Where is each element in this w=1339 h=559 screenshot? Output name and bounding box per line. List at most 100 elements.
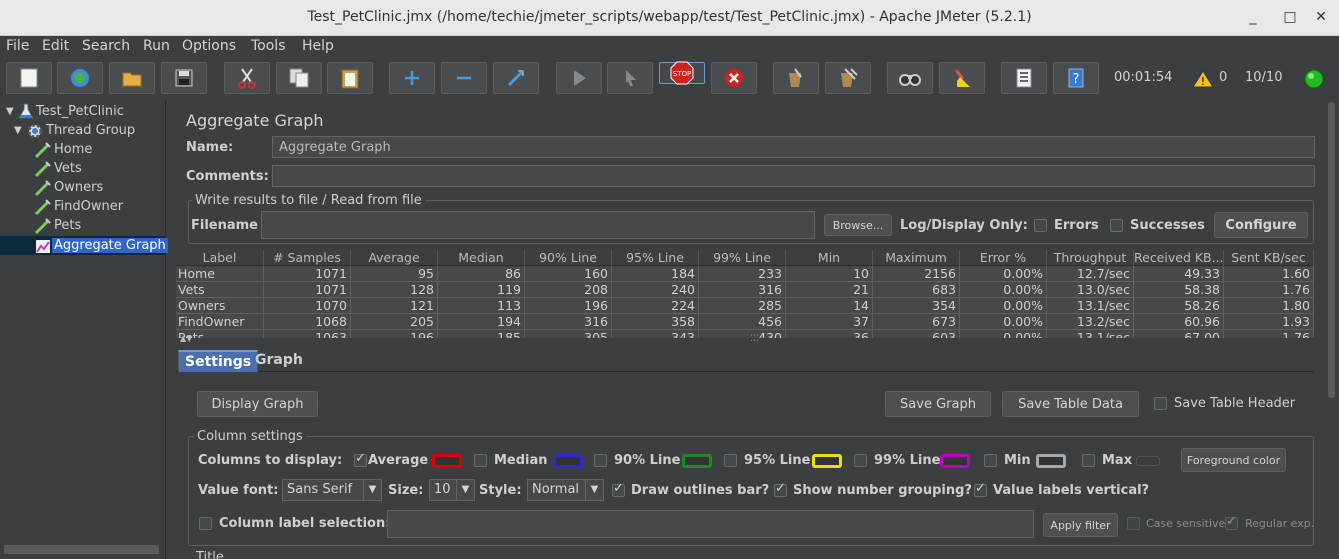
- column-color-swatch[interactable]: [1136, 456, 1160, 466]
- splitter-arrows-icon[interactable]: ▲▼: [180, 334, 192, 343]
- col-header[interactable]: 90% Line: [525, 250, 612, 266]
- save-table-header-checkbox[interactable]: [1154, 397, 1167, 410]
- close-icon[interactable]: ✕: [1312, 9, 1330, 27]
- apply-filter-button[interactable]: Apply filter: [1043, 513, 1118, 537]
- col-header[interactable]: Average: [351, 250, 438, 266]
- aggregate-table[interactable]: Label # Samples Average Median 90% Line …: [176, 250, 1314, 338]
- col-header[interactable]: Sent KB/sec: [1224, 250, 1314, 266]
- column-checkbox[interactable]: [984, 454, 997, 467]
- successes-checkbox[interactable]: [1110, 219, 1123, 232]
- menu-run[interactable]: Run: [143, 38, 170, 54]
- table-row[interactable]: Pets 1063 196 185 305 343 430 36 603 0.00% 13.1/se…: [176, 330, 1314, 338]
- clear-all-button[interactable]: [825, 62, 871, 94]
- clear-button[interactable]: [773, 62, 819, 94]
- menu-options[interactable]: Options: [182, 38, 236, 54]
- table-row[interactable]: Home 1071 95 86 160 184 233 10 2156 0.00% 12.7/sec…: [176, 266, 1314, 282]
- browse-button[interactable]: Browse...: [824, 214, 892, 236]
- tree-node-pets[interactable]: Pets: [34, 216, 83, 235]
- scrollbar-thumb[interactable]: [1328, 102, 1335, 398]
- column-checkbox[interactable]: [594, 454, 607, 467]
- foreground-color-button[interactable]: Foreground color: [1181, 448, 1286, 472]
- name-field[interactable]: Aggregate Graph: [272, 136, 1315, 158]
- column-checkbox[interactable]: [854, 454, 867, 467]
- tab-graph[interactable]: Graph: [249, 350, 309, 372]
- value-vertical-checkbox[interactable]: [974, 481, 987, 497]
- splitter-grip-icon[interactable]: ⁚⁚⁚: [750, 334, 759, 344]
- column-color-swatch[interactable]: [940, 454, 970, 468]
- col-header[interactable]: Maximum: [873, 250, 960, 266]
- start-no-pause-button[interactable]: [607, 62, 653, 94]
- minimize-icon[interactable]: _: [1244, 9, 1262, 27]
- column-checkbox[interactable]: [1082, 454, 1095, 467]
- maximize-icon[interactable]: □: [1281, 9, 1299, 27]
- search-button[interactable]: [887, 62, 933, 94]
- col-header[interactable]: 95% Line: [612, 250, 699, 266]
- expand-button[interactable]: [389, 62, 435, 94]
- show-grouping-checkbox[interactable]: [774, 481, 787, 497]
- paste-button[interactable]: [327, 62, 373, 94]
- col-header[interactable]: Received KB...: [1134, 250, 1224, 266]
- col-header[interactable]: Label: [176, 250, 264, 266]
- menu-help[interactable]: Help: [302, 38, 334, 54]
- regular-exp-checkbox[interactable]: [1225, 514, 1238, 530]
- start-button[interactable]: [556, 62, 602, 94]
- save-table-data-button[interactable]: Save Table Data: [1002, 391, 1139, 417]
- copy-button[interactable]: [276, 62, 322, 94]
- splitter-bar[interactable]: ▲▼ ⁚⁚⁚: [176, 334, 1314, 346]
- col-header[interactable]: Throughput: [1047, 250, 1134, 266]
- tree-node-findowner[interactable]: FindOwner: [34, 197, 125, 216]
- column-color-swatch[interactable]: [812, 454, 842, 468]
- menu-edit[interactable]: Edit: [42, 38, 69, 54]
- value-font-select[interactable]: Sans Serif ▼: [282, 479, 382, 501]
- help-button[interactable]: ?: [1053, 62, 1099, 94]
- collapse-button[interactable]: [441, 62, 487, 94]
- table-row[interactable]: Owners 1070 121 113 196 224 285 14 354 0.00% 13.1/…: [176, 298, 1314, 314]
- col-header[interactable]: 99% Line: [699, 250, 786, 266]
- col-header[interactable]: Error %: [960, 250, 1047, 266]
- case-sensitive-checkbox[interactable]: [1127, 517, 1140, 530]
- column-checkbox[interactable]: [474, 454, 487, 467]
- col-header[interactable]: Min: [786, 250, 873, 266]
- menu-search[interactable]: Search: [82, 38, 130, 54]
- table-row[interactable]: Vets 1071 128 119 208 240 316 21 683 0.00% 13.0/se…: [176, 282, 1314, 298]
- templates-button[interactable]: [57, 62, 103, 94]
- main-vertical-scrollbar[interactable]: [1327, 100, 1337, 559]
- style-select[interactable]: Normal ▼: [527, 479, 604, 501]
- draw-outlines-checkbox[interactable]: [612, 481, 625, 497]
- warning-icon[interactable]: !: [1192, 70, 1214, 88]
- stop-button[interactable]: STOP: [659, 61, 705, 85]
- tree-node-vets[interactable]: Vets: [34, 159, 84, 178]
- tree-node-home[interactable]: Home: [34, 140, 94, 159]
- reset-search-button[interactable]: [939, 62, 985, 94]
- tree-node-thread-group[interactable]: ▼ Thread Group: [14, 121, 137, 140]
- column-checkbox[interactable]: [354, 451, 367, 467]
- menu-file[interactable]: File: [6, 38, 29, 54]
- save-button[interactable]: [161, 62, 207, 94]
- toggle-button[interactable]: [493, 62, 539, 94]
- tree-node-aggregate-graph[interactable]: Aggregate Graph: [34, 236, 168, 255]
- collapse-arrow-icon[interactable]: ▼: [14, 125, 26, 136]
- column-color-swatch[interactable]: [432, 454, 462, 468]
- column-label-selection-checkbox[interactable]: [199, 517, 212, 530]
- save-graph-button[interactable]: Save Graph: [885, 391, 991, 417]
- display-graph-button[interactable]: Display Graph: [197, 391, 318, 417]
- configure-button[interactable]: Configure: [1214, 212, 1308, 238]
- tree-node-owners[interactable]: Owners: [34, 178, 105, 197]
- col-header[interactable]: # Samples: [264, 250, 351, 266]
- collapse-arrow-icon[interactable]: ▼: [6, 106, 18, 117]
- shutdown-button[interactable]: [711, 62, 757, 94]
- tab-settings[interactable]: Settings: [178, 350, 259, 372]
- menu-tools[interactable]: Tools: [251, 38, 286, 54]
- comments-field[interactable]: [272, 165, 1315, 187]
- open-button[interactable]: [109, 62, 155, 94]
- tree-horizontal-scrollbar[interactable]: [4, 545, 159, 554]
- new-button[interactable]: [6, 62, 52, 94]
- column-color-swatch[interactable]: [553, 454, 583, 468]
- filename-field[interactable]: [261, 211, 815, 239]
- column-color-swatch[interactable]: [1036, 454, 1066, 468]
- size-select[interactable]: 10 ▼: [429, 479, 475, 501]
- column-color-swatch[interactable]: [682, 454, 712, 468]
- tree-node-test-plan[interactable]: ▼ Test_PetClinic: [6, 102, 126, 121]
- errors-checkbox[interactable]: [1034, 219, 1047, 232]
- table-row[interactable]: FindOwner 1068 205 194 316 358 456 37 673 0.00% 13…: [176, 314, 1314, 330]
